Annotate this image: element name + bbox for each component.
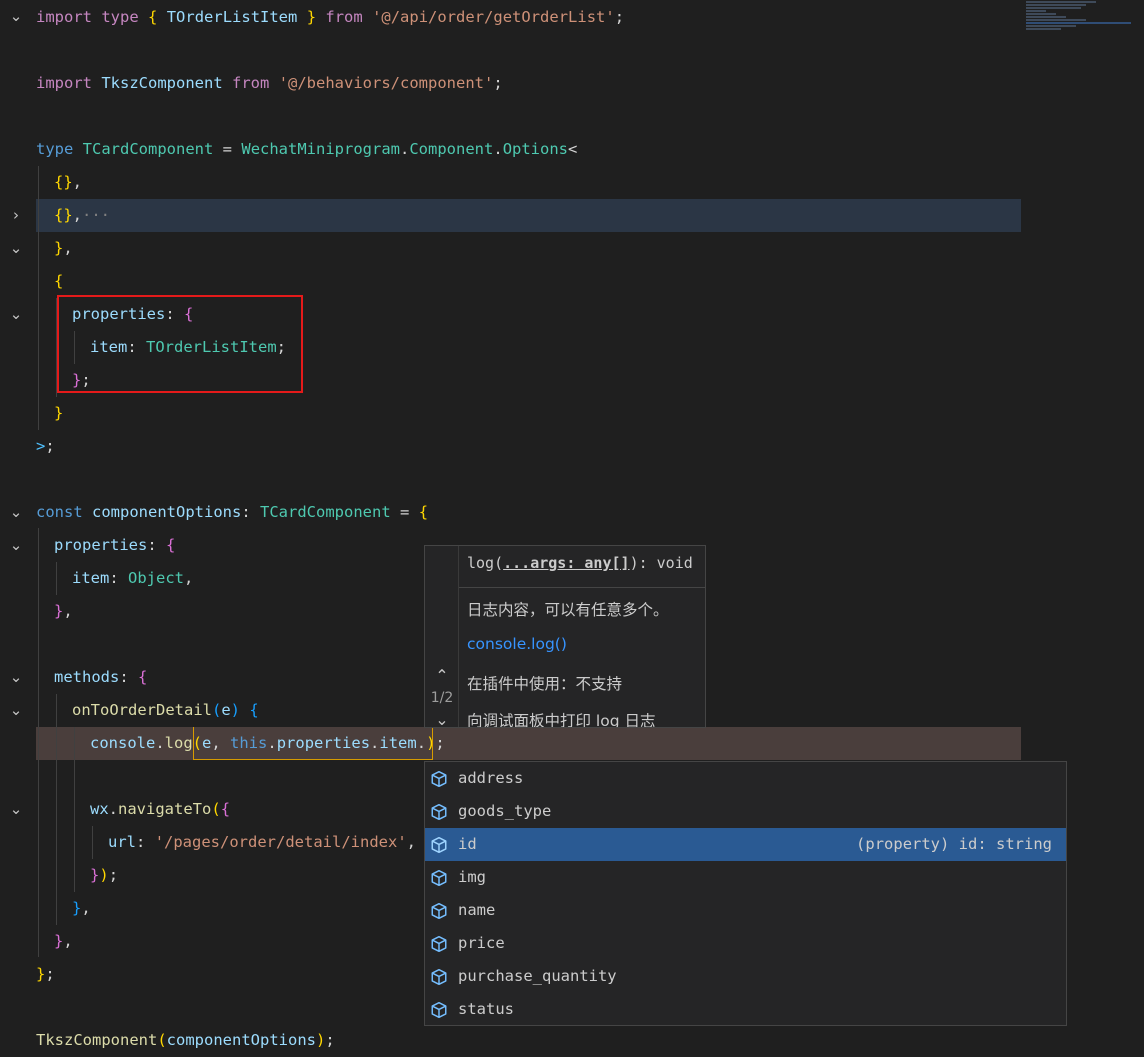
indent-guide [56,562,57,595]
code-line[interactable]: wx.navigateTo({ [90,793,230,826]
code-line[interactable]: {}, [54,166,82,199]
code-line[interactable]: }, [54,232,73,265]
code-line[interactable]: type TCardComponent = WechatMiniprogram.… [36,133,577,166]
doc-text: 在插件中使用：不支持 [467,675,623,693]
scrollbar-thumb[interactable] [1136,0,1144,545]
chevron-down-icon[interactable]: ⌄ [8,694,24,727]
minimap-line [1026,22,1131,24]
doc-text: 日志内容，可以有任意多个。 [467,601,669,619]
pager-count: 1/2 [430,690,454,706]
minimap-line [1026,7,1081,9]
suggest-item[interactable]: address [425,762,1066,795]
signature-label: log(...args: any[]): void [467,554,693,572]
suggest-item-selected[interactable]: id (property) id: string [425,828,1066,861]
minimap-line [1026,25,1076,27]
property-cube-icon [431,902,447,920]
suggest-item-detail: (property) id: string [856,835,1052,853]
divider [459,587,705,588]
indent-guide [92,826,93,859]
code-line[interactable]: >; [36,430,55,463]
active-parameter: ...args: any[] [503,554,630,572]
minimap-line [1026,1,1096,3]
suggest-item[interactable]: purchase_quantity [425,960,1066,993]
chevron-down-icon[interactable]: ⌄ [8,793,24,826]
code-line[interactable]: } [54,397,63,430]
chevron-down-icon[interactable]: ⌄ [8,496,24,529]
autocomplete-suggest-widget[interactable]: address goods_type id (property) id: str… [424,761,1067,1026]
code-line[interactable]: import TkszComponent from '@/behaviors/c… [36,67,503,100]
code-line[interactable]: }, [54,925,73,958]
code-line[interactable]: onToOrderDetail(e) { [72,694,259,727]
chevron-up-icon[interactable]: ⌃ [425,666,459,685]
minimap-line [1026,28,1061,30]
suggest-item[interactable]: goods_type [425,795,1066,828]
code-line[interactable]: url: '/pages/order/detail/index', [108,826,416,859]
code-line[interactable]: item: Object, [72,562,193,595]
chevron-down-icon[interactable]: ⌄ [8,661,24,694]
annotation-highlight-box [57,295,303,393]
minimap-line [1026,10,1046,12]
minimap-line [1026,16,1066,18]
hints-pager: ⌃ 1/2 ⌄ [425,546,459,727]
indent-guide [38,528,39,957]
chevron-down-icon[interactable]: ⌄ [8,298,24,331]
chevron-right-icon[interactable]: › [8,199,24,232]
property-cube-icon [431,770,447,788]
code-line[interactable]: const componentOptions: TCardComponent =… [36,496,428,529]
code-line[interactable]: }, [72,892,91,925]
code-line[interactable]: }, [54,595,73,628]
code-line[interactable]: { [54,265,63,298]
suggest-item[interactable]: name [425,894,1066,927]
parameter-hints-widget[interactable]: ⌃ 1/2 ⌄ log(...args: any[]): void 日志内容，可… [424,545,706,728]
code-line[interactable]: }; [36,958,55,991]
property-cube-icon [431,1001,447,1019]
code-line[interactable]: import type { TOrderListItem } from '@/a… [36,1,624,34]
minimap-line [1026,19,1086,21]
property-cube-icon [431,968,447,986]
suggest-item[interactable]: img [425,861,1066,894]
indent-guide [74,727,75,892]
property-cube-icon [431,803,447,821]
suggest-item[interactable]: status [425,993,1066,1026]
bracket-match-highlight [193,727,433,760]
indent-guide [38,166,39,430]
chevron-down-icon[interactable]: ⌄ [425,710,459,727]
code-line[interactable]: }); [90,859,118,892]
minimap[interactable] [1026,0,1136,70]
chevron-down-icon[interactable]: ⌄ [8,529,24,562]
code-line[interactable]: TkszComponent(componentOptions); [36,1024,335,1057]
doc-text: 向调试面板中打印 log 日志 [467,712,656,728]
doc-link[interactable]: console.log() [467,635,567,653]
folded-ellipsis[interactable]: ··· [82,206,110,224]
property-cube-icon [431,836,447,854]
chevron-down-icon[interactable]: ⌄ [8,232,24,265]
property-cube-icon [431,935,447,953]
minimap-line [1026,4,1086,6]
suggest-item[interactable]: price [425,927,1066,960]
current-line-highlight [36,199,1021,232]
code-line[interactable]: {},··· [54,199,110,232]
code-line[interactable]: properties: { [54,529,175,562]
chevron-down-icon[interactable]: ⌄ [8,0,24,33]
minimap-line [1026,13,1056,15]
property-cube-icon [431,869,447,887]
indent-guide [56,694,57,925]
vertical-scrollbar[interactable] [1136,0,1144,1051]
code-line[interactable]: methods: { [54,661,147,694]
